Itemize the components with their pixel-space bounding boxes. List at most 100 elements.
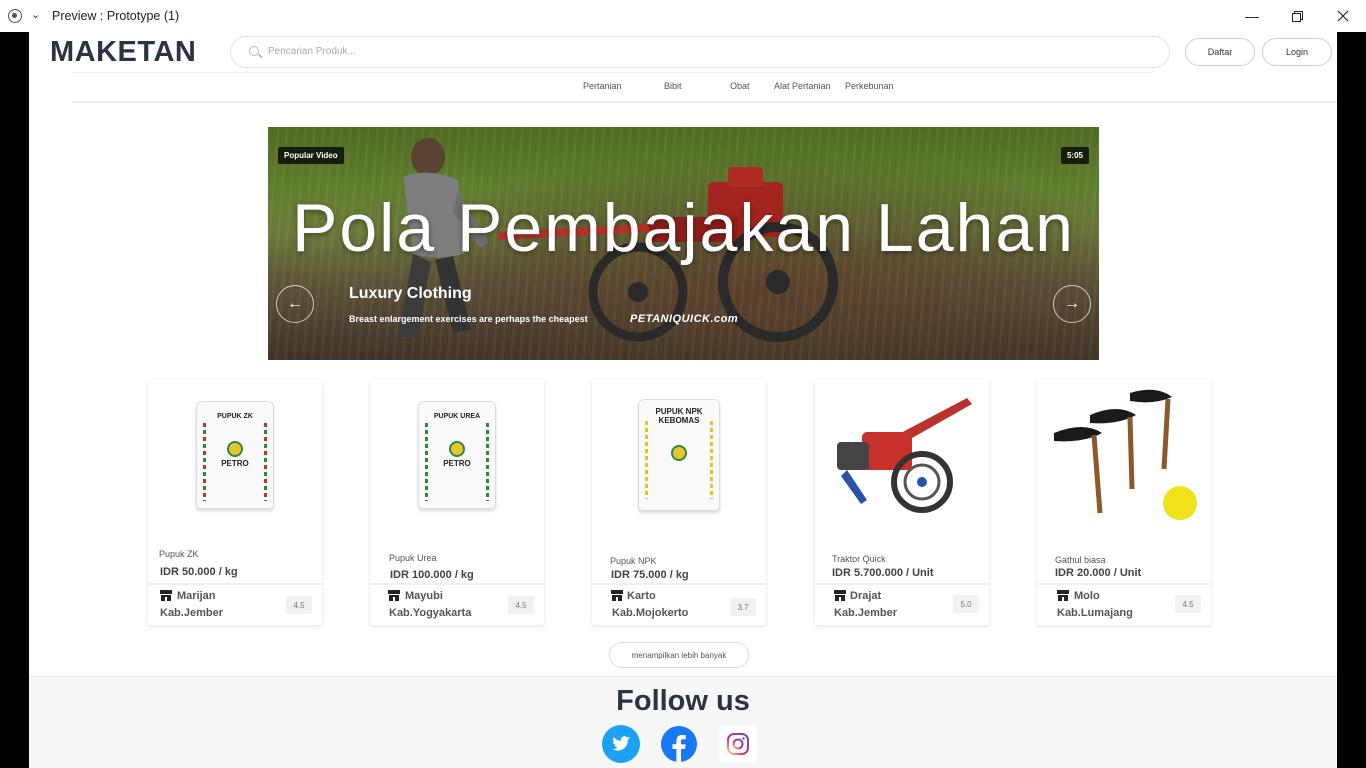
sack-stripe <box>710 421 713 499</box>
product-image <box>815 380 989 530</box>
seller-location: Kab.Jember <box>160 607 223 619</box>
page: MAKETAN Pencarian Produk... Daftar Login… <box>29 32 1337 768</box>
carousel-prev-button[interactable]: ← <box>276 285 314 323</box>
card-divider <box>815 583 989 585</box>
nav-item-obat[interactable]: Obat <box>730 81 750 91</box>
arrow-right-icon: → <box>1064 295 1080 312</box>
twitter-link[interactable] <box>602 725 640 763</box>
carousel-next-button[interactable]: → <box>1053 285 1091 323</box>
product-price: IDR 20.000 / Unit <box>1055 567 1142 579</box>
instagram-link[interactable] <box>719 725 757 763</box>
sack-title: PUPUK ZK <box>217 413 253 420</box>
window-titlebar: ⌄ Preview : Prototype (1) — <box>0 0 1366 32</box>
rating-badge: 4.5 <box>286 596 312 614</box>
seller-location: Kab.Mojokerto <box>612 607 689 619</box>
sack-title: PUPUK NPK KEBOMAS <box>655 407 703 425</box>
rating-badge: 4.5 <box>508 596 534 614</box>
show-more-button[interactable]: menampilkan lebih banyak <box>609 642 749 668</box>
product-price: IDR 5.700.000 / Unit <box>832 567 934 579</box>
product-price: IDR 75.000 / kg <box>611 569 689 581</box>
product-name: Pupuk ZK <box>159 549 199 559</box>
register-button[interactable]: Daftar <box>1185 38 1255 66</box>
restore-icon <box>1291 10 1303 22</box>
nav-item-bibit[interactable]: Bibit <box>664 81 682 91</box>
seller-name: Mayubi <box>405 590 443 602</box>
store-icon <box>1057 590 1069 601</box>
search-input[interactable]: Pencarian Produk... <box>230 36 1170 68</box>
nav-divider <box>72 101 1337 103</box>
sack-brand: PETRO <box>221 459 249 468</box>
product-card[interactable]: PUPUK UREA PETRO Pupuk Urea IDR 100.000 … <box>370 380 544 625</box>
sack-title: PUPUK UREA <box>433 413 481 420</box>
product-image: PUPUK UREA PETRO <box>370 380 544 530</box>
rating-badge: 5.0 <box>953 595 979 613</box>
video-duration: 5:05 <box>1060 147 1089 164</box>
instagram-icon <box>727 733 749 755</box>
nav-item-perkebunan[interactable]: Perkebunan <box>845 81 894 91</box>
sack-stripe <box>645 421 648 499</box>
nav-item-pertanian[interactable]: Pertanian <box>583 81 622 91</box>
popular-video-badge: Popular Video <box>278 147 344 164</box>
fertilizer-sack-image: PUPUK ZK PETRO <box>196 401 274 509</box>
card-divider <box>592 583 766 585</box>
chevron-down-icon[interactable]: ⌄ <box>31 8 40 21</box>
minimize-button[interactable]: — <box>1229 0 1275 32</box>
card-divider <box>370 583 544 585</box>
product-image <box>1037 380 1211 530</box>
footer: Follow us <box>29 676 1337 768</box>
seller-location: Kab.Yogyakarta <box>389 607 472 619</box>
seller-name: Molo <box>1074 590 1100 602</box>
product-name: Pupuk Urea <box>389 553 437 563</box>
arrow-left-icon: ← <box>287 295 303 312</box>
product-name: Gathul biasa <box>1055 555 1106 565</box>
store-icon <box>388 590 400 601</box>
product-card[interactable]: PUPUK ZK PETRO Pupuk ZK IDR 50.000 / kg … <box>148 380 322 625</box>
banner-title: Pola Pembajakan Lahan <box>292 190 1075 266</box>
store-icon <box>834 590 846 601</box>
hoe-product-image <box>1054 389 1197 520</box>
product-price: IDR 50.000 / kg <box>160 566 238 578</box>
product-name: Traktor Quick <box>832 554 886 564</box>
login-button[interactable]: Login <box>1262 38 1332 66</box>
product-price: IDR 100.000 / kg <box>390 569 474 581</box>
product-name: Pupuk NPK <box>610 556 657 566</box>
card-divider <box>148 583 322 585</box>
banner-subtitle: Luxury Clothing <box>349 285 472 302</box>
product-card[interactable]: Traktor Quick IDR 5.700.000 / Unit Draja… <box>815 380 989 625</box>
card-divider <box>1037 583 1211 585</box>
product-card[interactable]: Gathul biasa IDR 20.000 / Unit Molo Kab.… <box>1037 380 1211 625</box>
restore-button[interactable] <box>1274 0 1320 32</box>
hero-banner[interactable]: Popular Video 5:05 Pola Pembajakan Lahan… <box>268 127 1099 360</box>
fertilizer-sack-image: PUPUK UREA PETRO <box>418 401 496 509</box>
seller-name: Marijan <box>177 590 216 602</box>
follow-us-heading: Follow us <box>616 685 750 717</box>
petro-logo-icon <box>227 441 243 457</box>
product-card[interactable]: PUPUK NPK KEBOMAS Pupuk NPK IDR 75.000 /… <box>592 380 766 625</box>
sack-brand: PETRO <box>443 459 471 468</box>
fertilizer-sack-image: PUPUK NPK KEBOMAS <box>638 399 720 511</box>
product-image: PUPUK NPK KEBOMAS <box>592 380 766 530</box>
nav-item-alat-pertanian[interactable]: Alat Pertanian <box>774 81 831 91</box>
search-icon <box>249 46 259 56</box>
seller-name: Karto <box>627 590 656 602</box>
kebomas-logo-icon <box>671 445 687 461</box>
seller-name: Drajat <box>850 590 882 602</box>
twitter-icon <box>602 725 640 763</box>
product-image: PUPUK ZK PETRO <box>148 380 322 530</box>
seller-location: Kab.Lumajang <box>1057 607 1133 619</box>
close-button[interactable] <box>1320 0 1366 32</box>
seller-location: Kab.Jember <box>834 607 897 619</box>
rating-badge: 4.5 <box>1175 595 1201 613</box>
header-divider <box>72 72 1152 73</box>
store-icon <box>611 590 623 601</box>
search-placeholder: Pencarian Produk... <box>268 46 356 57</box>
logo[interactable]: MAKETAN <box>50 36 196 69</box>
banner-brand: PETANIQUICK.com <box>630 313 739 325</box>
facebook-icon <box>661 726 697 762</box>
app-icon <box>8 9 22 23</box>
rating-badge: 3.7 <box>730 598 756 616</box>
tractor-product-image <box>837 398 972 513</box>
store-icon <box>160 590 172 601</box>
close-icon <box>1337 10 1349 22</box>
facebook-link[interactable] <box>660 725 698 763</box>
